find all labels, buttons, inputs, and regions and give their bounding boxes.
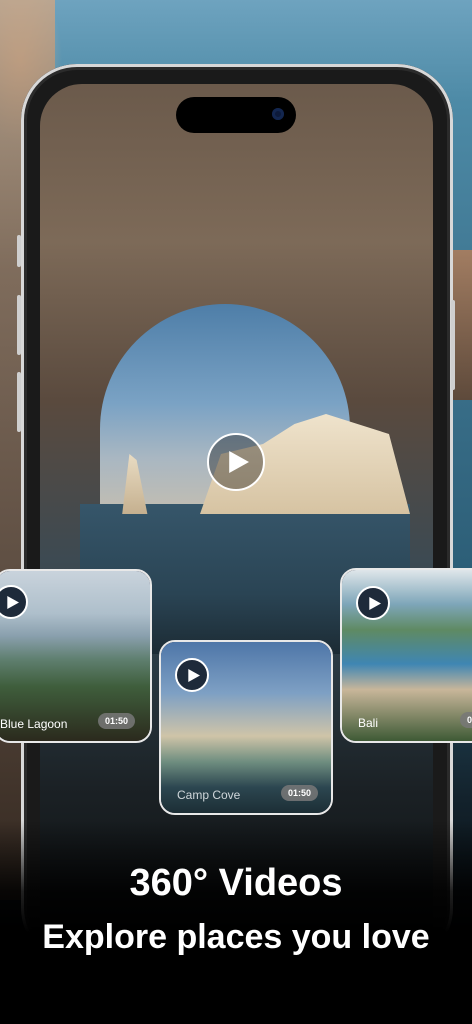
video-card-bali[interactable]: Bali 01:50 bbox=[340, 568, 472, 743]
card-play-button[interactable] bbox=[175, 658, 209, 692]
phone-side-button bbox=[17, 295, 21, 355]
video-card-camp-cove[interactable]: Camp Cove 01:50 bbox=[159, 640, 333, 815]
phone-side-button bbox=[17, 372, 21, 432]
duration-badge: 01:50 bbox=[98, 713, 136, 729]
main-play-button[interactable] bbox=[207, 433, 265, 491]
video-card-blue-lagoon[interactable]: Blue Lagoon 01:50 bbox=[0, 569, 152, 743]
play-icon bbox=[229, 451, 249, 473]
card-title: Blue Lagoon bbox=[0, 717, 68, 731]
duration-badge: 01:50 bbox=[460, 712, 472, 728]
page-title: 360° Videos bbox=[129, 862, 343, 904]
play-icon bbox=[6, 595, 19, 609]
duration-badge: 01:50 bbox=[281, 785, 319, 801]
play-icon bbox=[368, 596, 381, 610]
phone-side-button bbox=[451, 300, 455, 390]
card-play-button[interactable] bbox=[356, 586, 390, 620]
card-title: Camp Cove bbox=[177, 788, 241, 802]
camera-icon bbox=[272, 108, 284, 120]
phone-side-button bbox=[17, 235, 21, 267]
page-subtitle: Explore places you love bbox=[42, 918, 430, 956]
play-icon bbox=[187, 668, 200, 682]
card-title: Bali bbox=[358, 716, 379, 730]
